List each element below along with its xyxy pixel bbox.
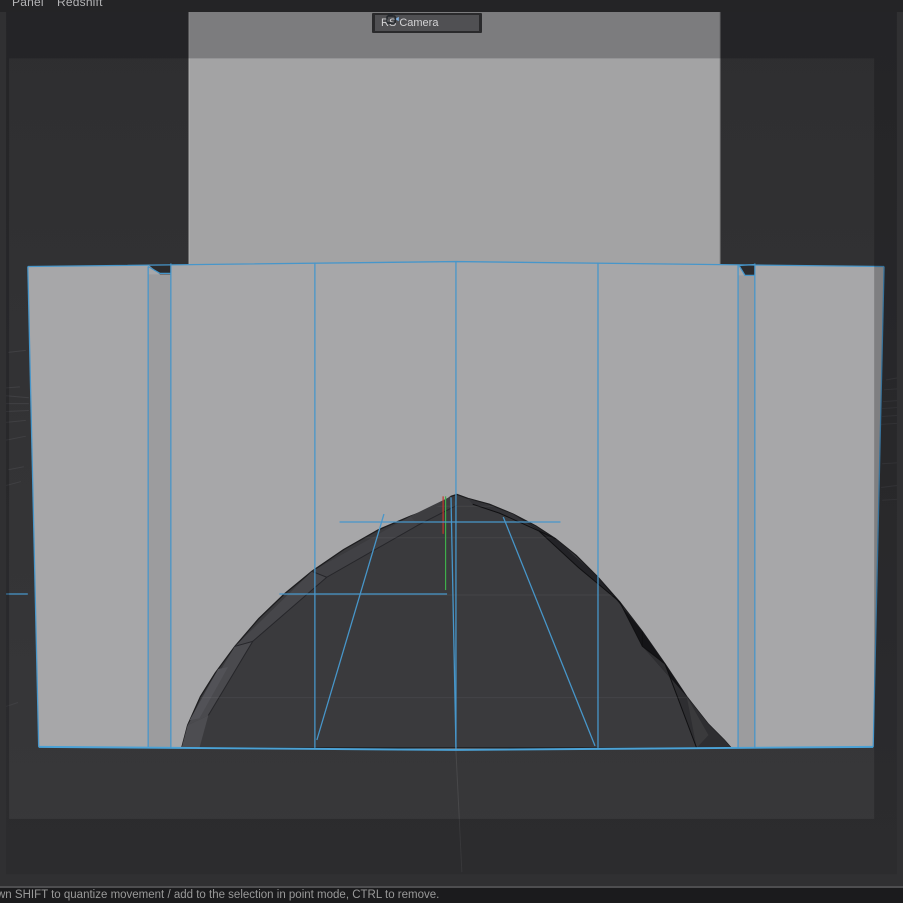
- camera-name-inner: RS Camera: [375, 15, 479, 31]
- camera-name-pill[interactable]: RS Camera: [372, 13, 482, 33]
- menu-item-redshift[interactable]: Redshift: [57, 0, 103, 9]
- status-message: wn SHIFT to quantize movement / add to t…: [0, 889, 439, 901]
- menu-item-panel[interactable]: Panel: [12, 0, 44, 9]
- camera-icon: [386, 13, 400, 24]
- status-bar: wn SHIFT to quantize movement / add to t…: [0, 886, 903, 903]
- viewport-canvas[interactable]: RS Camera: [0, 12, 903, 886]
- viewport-render: [0, 12, 903, 886]
